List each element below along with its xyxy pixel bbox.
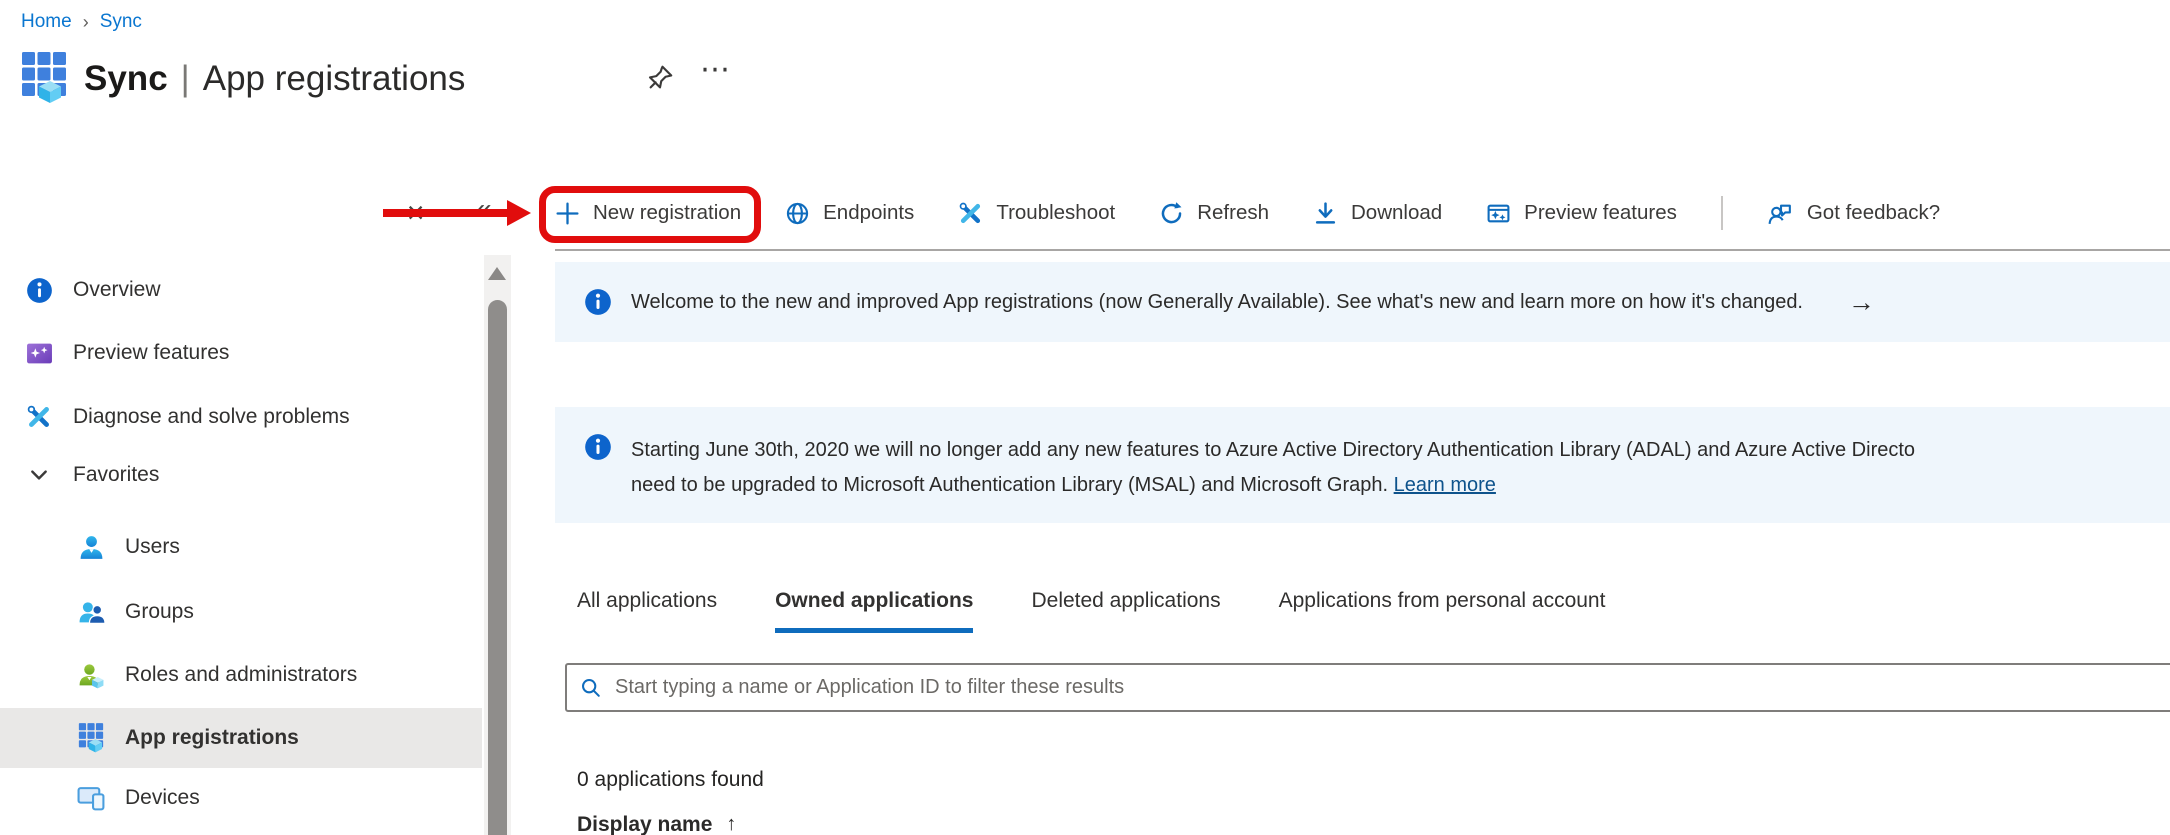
diagnose-icon	[24, 404, 54, 430]
page-title-separator: |	[181, 59, 190, 99]
plus-icon	[555, 201, 580, 226]
tab-deleted-applications[interactable]: Deleted applications	[1031, 589, 1220, 633]
preview-features-icon	[24, 341, 54, 366]
refresh-label: Refresh	[1197, 201, 1269, 225]
azure-app-registrations-page: Home › Sync Sync | App registrations	[0, 0, 2170, 835]
sidebar-item-label: Roles and administrators	[125, 663, 357, 687]
new-registration-label: New registration	[593, 201, 741, 225]
preview-features-label: Preview features	[1524, 201, 1677, 225]
menu-close-icon[interactable]: ✕	[406, 200, 425, 227]
groups-icon	[76, 599, 106, 626]
app-registrations-blade-icon	[21, 50, 67, 108]
scroll-up-icon[interactable]	[488, 267, 506, 280]
roles-icon	[76, 662, 106, 689]
adal-banner-line2: need to be upgraded to Microsoft Authent…	[631, 474, 1388, 496]
adal-deprecation-banner: Starting June 30th, 2020 we will no long…	[555, 407, 2170, 523]
search-icon	[580, 677, 602, 699]
got-feedback-button[interactable]: Got feedback?	[1767, 200, 1940, 227]
sidebar-item-app-registrations[interactable]: App registrations	[0, 708, 482, 768]
sidebar-item-label: Devices	[125, 786, 200, 810]
sidebar-item-preview-features[interactable]: Preview features	[0, 323, 482, 383]
command-bar-divider	[555, 249, 2170, 251]
preview-features-icon	[1486, 201, 1511, 226]
blade-menu: Overview Preview features D	[0, 255, 512, 835]
tab-all-applications[interactable]: All applications	[577, 589, 717, 633]
tab-owned-applications[interactable]: Owned applications	[775, 589, 973, 633]
more-options-button[interactable]: ⋯	[700, 52, 732, 87]
info-icon	[584, 288, 612, 316]
welcome-info-banner: Welcome to the new and improved App regi…	[555, 262, 2170, 342]
sidebar-item-label: Overview	[73, 278, 161, 302]
sidebar-item-label: App registrations	[125, 726, 299, 750]
download-icon	[1313, 201, 1338, 226]
users-icon	[76, 534, 106, 561]
command-bar: New registration Endpoints Troubleshoot …	[555, 182, 1940, 244]
troubleshoot-label: Troubleshoot	[996, 201, 1115, 225]
toolbar-divider	[1721, 196, 1723, 230]
sidebar-item-diagnose[interactable]: Diagnose and solve problems	[0, 387, 482, 447]
page-title-blade: App registrations	[203, 59, 466, 99]
breadcrumb-separator-icon: ›	[83, 12, 89, 33]
endpoints-label: Endpoints	[823, 201, 914, 225]
sidebar-item-roles[interactable]: Roles and administrators	[0, 645, 482, 705]
menu-collapse-icon[interactable]: «	[476, 193, 492, 225]
globe-icon	[785, 201, 810, 226]
filter-search-box[interactable]	[565, 663, 2170, 712]
troubleshoot-icon	[958, 201, 983, 226]
sidebar-item-overview[interactable]: Overview	[0, 260, 482, 320]
sort-ascending-icon: ↑	[726, 813, 736, 835]
sidebar-item-label: Diagnose and solve problems	[73, 405, 350, 429]
adal-banner-line1: Starting June 30th, 2020 we will no long…	[631, 439, 1915, 461]
preview-features-button[interactable]: Preview features	[1486, 201, 1677, 226]
sidebar-item-label: Groups	[125, 600, 194, 624]
applications-count: 0 applications found	[577, 768, 764, 792]
sidebar-section-favorites[interactable]: Favorites	[0, 445, 482, 505]
sidebar-item-label: Users	[125, 535, 180, 559]
banner-arrow-link[interactable]: →	[1848, 287, 1875, 318]
filter-search-input[interactable]	[615, 676, 2170, 699]
page-title-resource: Sync	[84, 59, 168, 99]
welcome-banner-text: Welcome to the new and improved App regi…	[631, 291, 1803, 314]
sidebar-item-label: Preview features	[73, 341, 229, 365]
display-name-label: Display name	[577, 813, 712, 835]
breadcrumb-sync-link[interactable]: Sync	[100, 11, 142, 33]
page-title: Sync | App registrations	[84, 59, 465, 99]
applications-tabs: All applications Owned applications Dele…	[577, 589, 1605, 633]
sidebar-item-groups[interactable]: Groups	[0, 582, 482, 642]
refresh-button[interactable]: Refresh	[1159, 201, 1269, 226]
sidebar-section-label: Favorites	[73, 463, 159, 487]
adal-banner-text: Starting June 30th, 2020 we will no long…	[631, 433, 1915, 503]
info-icon	[584, 433, 612, 461]
app-registrations-icon	[76, 722, 106, 754]
tab-applications-personal-account[interactable]: Applications from personal account	[1279, 589, 1606, 633]
sidebar-item-users[interactable]: Users	[0, 517, 482, 577]
download-button[interactable]: Download	[1313, 201, 1442, 226]
pin-icon[interactable]	[645, 63, 675, 93]
sidebar-scrollbar[interactable]	[484, 255, 511, 835]
learn-more-link[interactable]: Learn more	[1394, 474, 1496, 496]
scrollbar-thumb[interactable]	[488, 300, 507, 835]
feedback-icon	[1767, 200, 1794, 227]
troubleshoot-button[interactable]: Troubleshoot	[958, 201, 1115, 226]
page-header: Sync | App registrations	[21, 50, 465, 108]
info-icon	[24, 277, 54, 304]
display-name-column-header[interactable]: Display name ↑	[577, 813, 736, 835]
new-registration-button[interactable]: New registration	[555, 201, 741, 226]
download-label: Download	[1351, 201, 1442, 225]
refresh-icon	[1159, 201, 1184, 226]
breadcrumb: Home › Sync	[21, 11, 142, 33]
sidebar-item-devices[interactable]: Devices	[0, 768, 482, 828]
chevron-down-icon	[24, 465, 54, 485]
got-feedback-label: Got feedback?	[1807, 201, 1940, 225]
devices-icon	[76, 785, 106, 812]
breadcrumb-home-link[interactable]: Home	[21, 11, 72, 33]
endpoints-button[interactable]: Endpoints	[785, 201, 914, 226]
